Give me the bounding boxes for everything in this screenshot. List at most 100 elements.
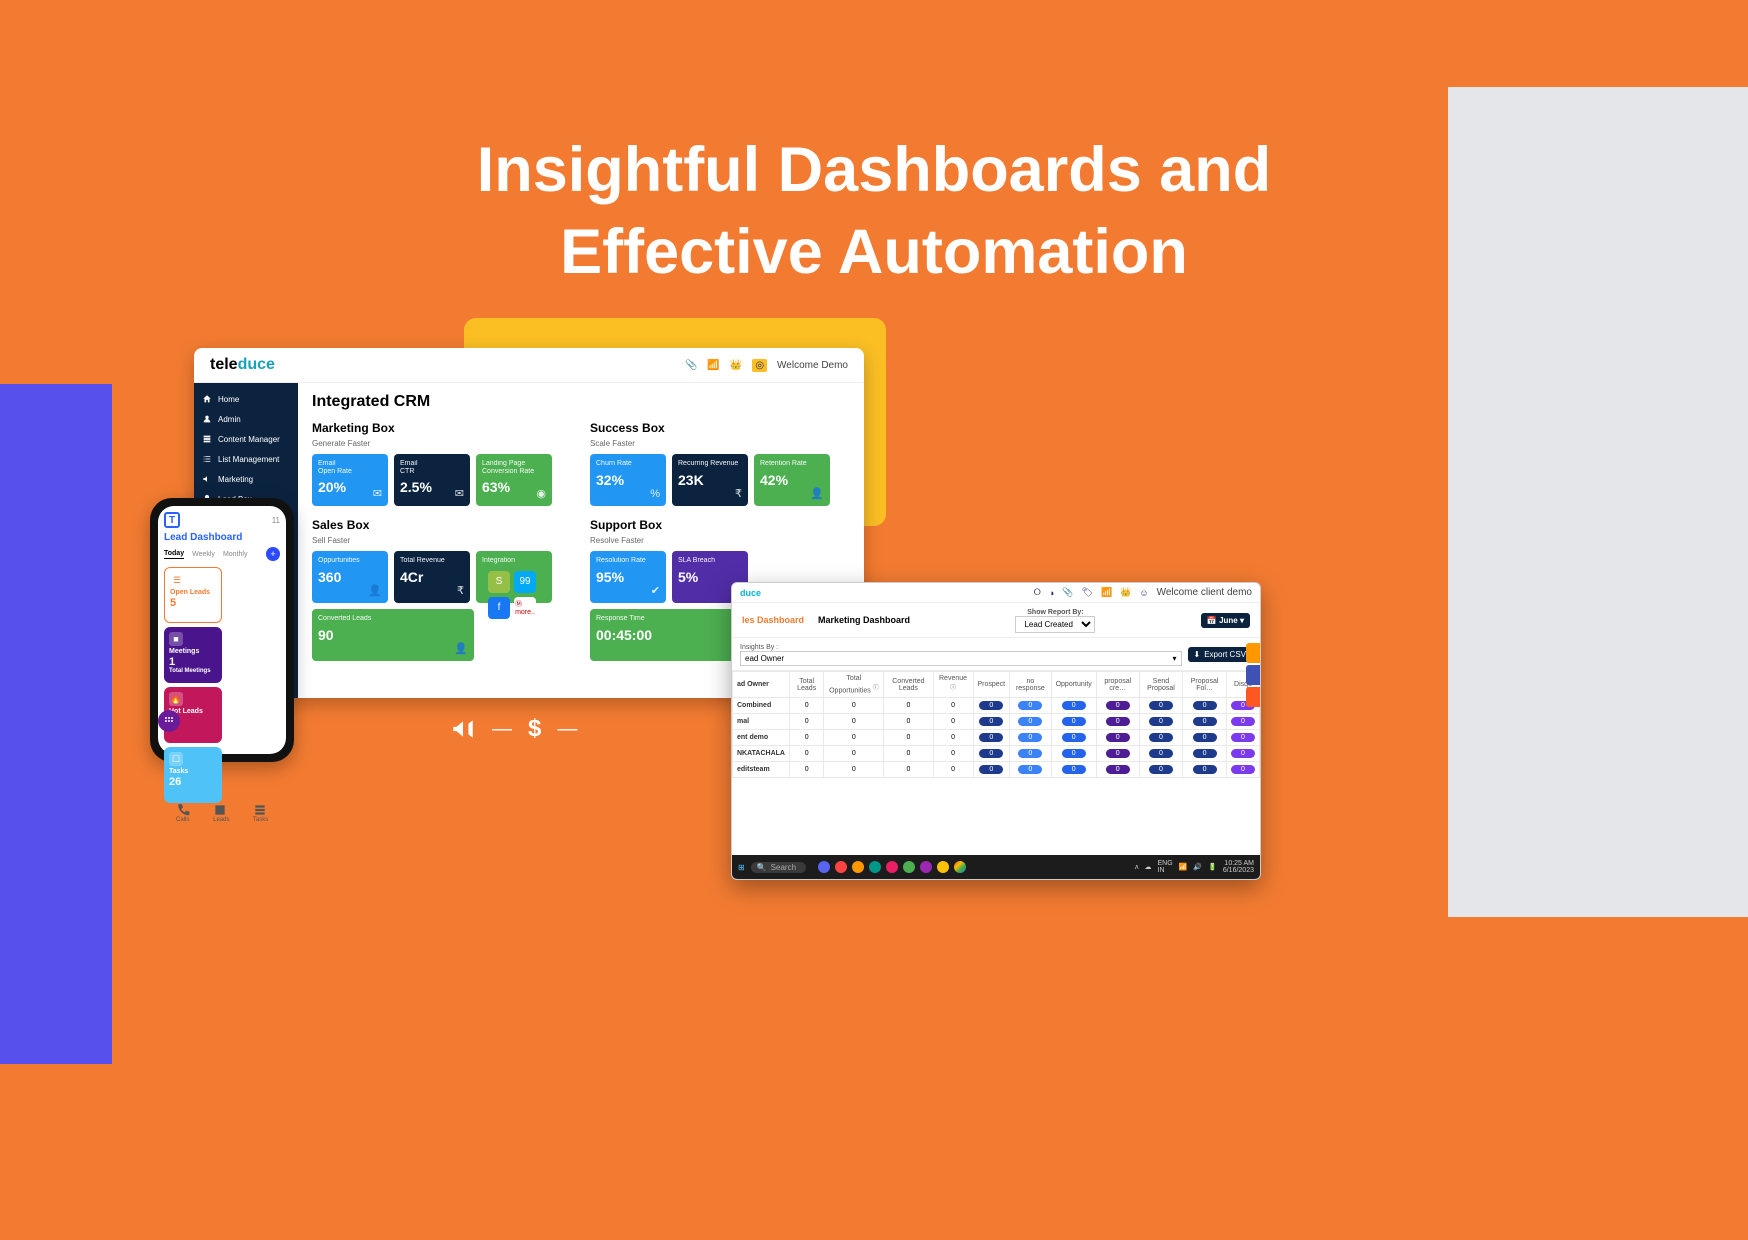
status-pill[interactable]: 0 — [1193, 733, 1217, 742]
status-pill[interactable]: 0 — [979, 717, 1003, 726]
month-picker[interactable]: 📅 June ▾ — [1201, 613, 1250, 628]
status-pill[interactable]: 0 — [979, 733, 1003, 742]
status-pill[interactable]: 0 — [1231, 717, 1255, 726]
side-tab-2[interactable] — [1246, 665, 1260, 685]
success-tile-0[interactable]: Churn Rate 32% % — [590, 454, 666, 506]
tb-app-3[interactable] — [852, 861, 864, 873]
status-pill[interactable]: 0 — [1193, 701, 1217, 710]
marketing-tile-0[interactable]: EmailOpen Rate 20% ✉ — [312, 454, 388, 506]
tray-icon-1[interactable]: ☁ — [1145, 864, 1152, 871]
status-pill[interactable]: 0 — [1062, 749, 1086, 758]
status-pill[interactable]: 0 — [1106, 717, 1130, 726]
status-pill[interactable]: 0 — [1149, 733, 1173, 742]
status-pill[interactable]: 0 — [1149, 701, 1173, 710]
status-pill[interactable]: 0 — [1062, 701, 1086, 710]
phone-card-1[interactable]: ■ Meetings 1 Total Meetings — [164, 627, 222, 683]
status-pill[interactable]: 0 — [1231, 765, 1255, 774]
tab-marketing-dashboard[interactable]: Marketing Dashboard — [818, 615, 910, 625]
support-tile-0[interactable]: Resolution Rate 95% ✔ — [590, 551, 666, 603]
status-pill[interactable]: 0 — [1018, 717, 1042, 726]
nav-leads[interactable]: Leads — [213, 803, 229, 823]
status-pill[interactable]: 0 — [979, 701, 1003, 710]
nav-tasks[interactable]: Tasks — [253, 803, 268, 823]
status-pill[interactable]: 0 — [1231, 749, 1255, 758]
success-tile-2[interactable]: Retention Rate 42% 👤 — [754, 454, 830, 506]
sidebar-item-marketing[interactable]: Marketing — [194, 469, 298, 489]
status-pill[interactable]: 0 — [1106, 733, 1130, 742]
crown2-icon[interactable]: 👑 — [1120, 587, 1131, 598]
export-csv-button[interactable]: ⬇ Export CSV — [1188, 647, 1253, 662]
tb-app-chrome[interactable] — [954, 861, 966, 873]
tab-sales-dashboard[interactable]: les Dashboard — [742, 615, 804, 625]
tag-icon[interactable]: 🏷 — [1082, 587, 1093, 598]
status-pill[interactable]: 0 — [1106, 701, 1130, 710]
side-tab-3[interactable] — [1246, 687, 1260, 707]
start-button[interactable]: ⊞ — [738, 863, 745, 872]
badge-icon[interactable]: ◎ — [752, 359, 767, 372]
sales-tile-integration[interactable]: Integration S 99 f Ⓜmore.. — [476, 551, 552, 603]
attachment-icon[interactable]: 📎 — [685, 360, 697, 371]
tb-app-4[interactable] — [869, 861, 881, 873]
status-pill[interactable]: 0 — [1062, 765, 1086, 774]
status-pill[interactable]: 0 — [1106, 765, 1130, 774]
status-pill[interactable]: 0 — [979, 765, 1003, 774]
tb-app-6[interactable] — [903, 861, 915, 873]
success-tile-1[interactable]: Recurring Revenue 23K ₹ — [672, 454, 748, 506]
sales-tile-1[interactable]: Total Revenue 4Cr ₹ — [394, 551, 470, 603]
status-pill[interactable]: 0 — [1018, 765, 1042, 774]
status-pill[interactable]: 0 — [1018, 749, 1042, 758]
status-pill[interactable]: 0 — [1231, 733, 1255, 742]
tray-battery[interactable]: 🔋 — [1208, 864, 1217, 871]
taskbar-search[interactable]: 🔍 Search — [751, 862, 806, 873]
tray-lang[interactable]: ENG IN — [1158, 860, 1173, 874]
sales-tile-3[interactable]: Converted Leads 90 👤 — [312, 609, 474, 661]
tray-wifi[interactable]: 📶 — [1179, 864, 1188, 871]
stats-icon[interactable]: 📶 — [1101, 587, 1112, 598]
attachments-icon[interactable]: 📎 — [1062, 587, 1073, 598]
status-pill[interactable]: 0 — [1062, 717, 1086, 726]
report-by-select[interactable]: Lead Created Date — [1015, 616, 1095, 633]
tray-chevron[interactable]: ʌ — [1135, 864, 1139, 871]
phone-card-3[interactable]: ☐ Tasks 26 — [164, 747, 222, 803]
status-pill[interactable]: 0 — [1149, 749, 1173, 758]
add-button[interactable]: + — [266, 547, 280, 561]
dialpad-button[interactable] — [158, 710, 180, 732]
marketing-tile-1[interactable]: EmailCTR 2.5% ✉ — [394, 454, 470, 506]
status-pill[interactable]: 0 — [1149, 717, 1173, 726]
lead-owner-select[interactable]: ead Owner▾ — [740, 651, 1182, 666]
tb-app-5[interactable] — [886, 861, 898, 873]
status-pill[interactable]: 0 — [1193, 717, 1217, 726]
tb-app-7[interactable] — [920, 861, 932, 873]
phone-card-0[interactable]: ☰ Open Leads 5 — [164, 567, 222, 623]
status-pill[interactable]: 0 — [979, 749, 1003, 758]
status-pill[interactable]: 0 — [1193, 765, 1217, 774]
status-pill[interactable]: 0 — [1018, 701, 1042, 710]
nav-calls[interactable]: Calls — [176, 803, 190, 823]
tb-app-2[interactable] — [835, 861, 847, 873]
sales-tile-0[interactable]: Oppurtunities 360 👤 — [312, 551, 388, 603]
tab-weekly[interactable]: Weekly — [192, 551, 215, 558]
sidebar-item-list[interactable]: List Management — [194, 449, 298, 469]
leaderboard-icon[interactable]: 📶 — [707, 360, 719, 371]
sidebar-item-admin[interactable]: Admin — [194, 409, 298, 429]
status-pill[interactable]: 0 — [1106, 749, 1130, 758]
status-pill[interactable]: 0 — [1149, 765, 1173, 774]
status-pill[interactable]: 0 — [1062, 733, 1086, 742]
tb-app-1[interactable] — [818, 861, 830, 873]
tab-today[interactable]: Today — [164, 550, 184, 559]
crown-icon[interactable]: 👑 — [730, 360, 742, 371]
phone-screen: T 11 Lead Dashboard Today Weekly Monthly… — [158, 506, 286, 754]
status-pill[interactable]: 0 — [1018, 733, 1042, 742]
avatar-icon[interactable]: ☺ — [1139, 588, 1148, 598]
support-tile-2[interactable]: Response Time 00:45:00 🏷 — [590, 609, 752, 661]
sidebar-item-content[interactable]: Content Manager — [194, 429, 298, 449]
status-pill[interactable]: 0 — [1193, 749, 1217, 758]
side-tab-1[interactable] — [1246, 643, 1260, 663]
sidebar-item-home[interactable]: Home — [194, 389, 298, 409]
timer-icon[interactable]: ⭘ — [1034, 587, 1041, 598]
tray-volume[interactable]: 🔊 — [1193, 864, 1202, 871]
marketing-tile-2[interactable]: Landing PageConversion Rate 63% ◉ — [476, 454, 552, 506]
tab-monthly[interactable]: Monthly — [223, 551, 248, 558]
send-icon[interactable]: ◑ — [1049, 588, 1054, 598]
tb-app-8[interactable] — [937, 861, 949, 873]
